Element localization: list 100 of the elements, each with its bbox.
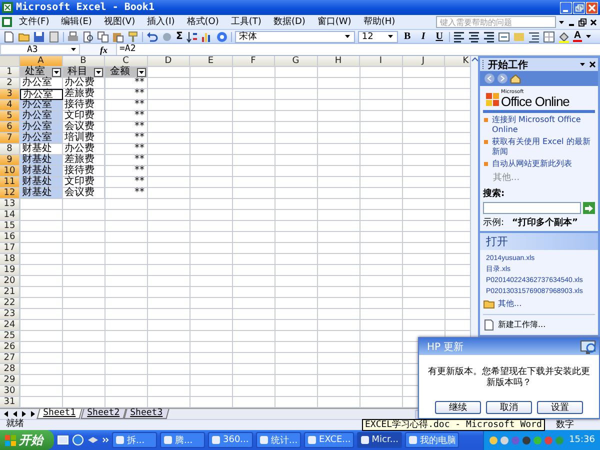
dialog-button[interactable]: 设置 (537, 401, 583, 414)
dialog-button[interactable]: 取消 (486, 401, 532, 414)
permission-icon[interactable] (48, 30, 60, 42)
copy-icon[interactable] (97, 30, 109, 42)
sheet-tab[interactable]: Sheet3 (124, 409, 169, 419)
row-header[interactable]: 18 (0, 254, 20, 265)
column-header[interactable]: J (402, 56, 445, 67)
format-painter-icon[interactable] (127, 30, 139, 42)
merge-cells-icon[interactable] (498, 30, 510, 42)
row-header[interactable]: 6 (0, 122, 20, 133)
sheet-tab[interactable]: Sheet1 (36, 409, 82, 419)
row-header[interactable]: 9 (0, 155, 20, 166)
caret-icon[interactable] (585, 33, 592, 40)
align-right-icon[interactable] (482, 30, 495, 42)
row-header[interactable]: 20 (0, 276, 20, 287)
row-header[interactable]: 31 (0, 397, 20, 408)
format-button[interactable]: U (432, 30, 446, 42)
font-color-button[interactable]: A (572, 31, 582, 42)
undo-icon[interactable] (146, 30, 158, 42)
row-header[interactable]: 27 (0, 353, 20, 364)
chart-icon[interactable] (200, 30, 213, 42)
row-header[interactable]: 2 (0, 78, 20, 89)
dialog-button[interactable]: 继续 (435, 401, 481, 414)
taskbar-button[interactable]: 拆... (112, 432, 157, 448)
print-preview-icon[interactable] (82, 30, 94, 42)
row-header[interactable]: 15 (0, 221, 20, 232)
menu-item[interactable]: 工具(T) (226, 16, 266, 28)
example-link[interactable]: “打印多个副本” (512, 216, 578, 229)
new-workbook-link[interactable]: 新建工作簿... (498, 320, 546, 330)
link[interactable]: 自动从网站更新此列表 (492, 159, 572, 169)
indent-icon[interactable] (528, 30, 540, 42)
taskbar-button[interactable]: 腾... (160, 432, 205, 448)
column-header[interactable]: I (360, 56, 402, 67)
column-header[interactable]: F (232, 56, 275, 67)
link[interactable]: 连接到 Microsoft Office Online (492, 115, 595, 135)
browser-icon[interactable] (72, 434, 84, 446)
caret-icon[interactable] (344, 33, 351, 40)
row-header[interactable]: 29 (0, 375, 20, 386)
column-header[interactable]: A (20, 56, 62, 67)
sort-icon[interactable] (186, 30, 198, 42)
folder-icon[interactable] (483, 298, 495, 310)
forward-icon[interactable] (497, 73, 508, 84)
close-icon[interactable] (589, 61, 596, 68)
row-header[interactable]: 30 (0, 386, 20, 397)
column-header[interactable]: G (275, 56, 318, 67)
row-header[interactable]: 28 (0, 364, 20, 375)
format-button[interactable]: I (416, 30, 430, 42)
menu-item[interactable]: 格式(O) (182, 16, 224, 28)
menu-item[interactable]: 窗口(W) (312, 16, 356, 28)
row-header[interactable]: 21 (0, 287, 20, 298)
taskbar-button[interactable]: EXCE... (304, 432, 354, 448)
row-header[interactable]: 3 (0, 89, 20, 100)
row-header[interactable]: 24 (0, 320, 20, 331)
row-header[interactable]: 16 (0, 232, 20, 243)
help-icon[interactable] (216, 30, 228, 42)
row-header[interactable]: 25 (0, 331, 20, 342)
row-header[interactable]: 14 (0, 210, 20, 221)
new-document-icon[interactable] (483, 319, 495, 331)
taskbar-button[interactable]: 我的电脑 (404, 432, 459, 448)
fill-color-icon[interactable] (558, 30, 570, 42)
autosum-button[interactable]: Σ (176, 31, 183, 42)
desktop-icon[interactable] (57, 434, 69, 446)
search-field[interactable] (483, 202, 581, 214)
close-icon[interactable] (589, 18, 598, 26)
column-header[interactable]: B (62, 56, 105, 67)
insert-function-button[interactable]: fx (80, 44, 116, 54)
menu-item[interactable]: 编辑(E) (56, 16, 97, 28)
row-header[interactable]: 1 (0, 67, 20, 78)
caret-icon[interactable] (558, 18, 565, 26)
font-name-dropdown[interactable]: 宋体 (234, 30, 355, 42)
format-button[interactable]: B (400, 30, 414, 42)
row-header[interactable]: 10 (0, 166, 20, 177)
formula-field[interactable]: =A2 (116, 44, 600, 55)
column-header[interactable]: D (148, 56, 190, 67)
menu-item[interactable]: 视图(V) (98, 16, 140, 28)
back-icon[interactable] (484, 73, 495, 84)
column-header[interactable]: C (105, 56, 148, 67)
borders-icon[interactable] (542, 30, 555, 42)
name-box[interactable]: A3 (0, 44, 80, 55)
row-header[interactable]: 5 (0, 111, 20, 122)
column-header[interactable]: H (318, 56, 360, 67)
caret-icon[interactable] (70, 46, 77, 53)
row-header[interactable]: 19 (0, 265, 20, 276)
chevron-icon[interactable] (102, 436, 109, 444)
home-icon[interactable] (510, 73, 521, 84)
taskbar-button[interactable]: 统计... (256, 432, 301, 448)
column-header[interactable]: K (445, 56, 470, 67)
align-center-icon[interactable] (468, 30, 480, 42)
row-header[interactable]: 4 (0, 100, 20, 111)
row-header[interactable]: 8 (0, 144, 20, 155)
taskbar-button[interactable]: Micr... (356, 432, 402, 448)
row-header[interactable]: 17 (0, 243, 20, 254)
menu-item[interactable]: 帮助(H) (358, 16, 400, 28)
help-search-field[interactable]: 键入需要帮助的问题 (436, 16, 556, 28)
row-header[interactable]: 26 (0, 342, 20, 353)
row-header[interactable]: 7 (0, 133, 20, 144)
more-link[interactable]: 其他... (498, 299, 522, 309)
sheet-tab[interactable]: Sheet2 (80, 409, 126, 419)
taskbar-button[interactable]: 360... (208, 432, 253, 448)
row-header[interactable]: 13 (0, 199, 20, 210)
